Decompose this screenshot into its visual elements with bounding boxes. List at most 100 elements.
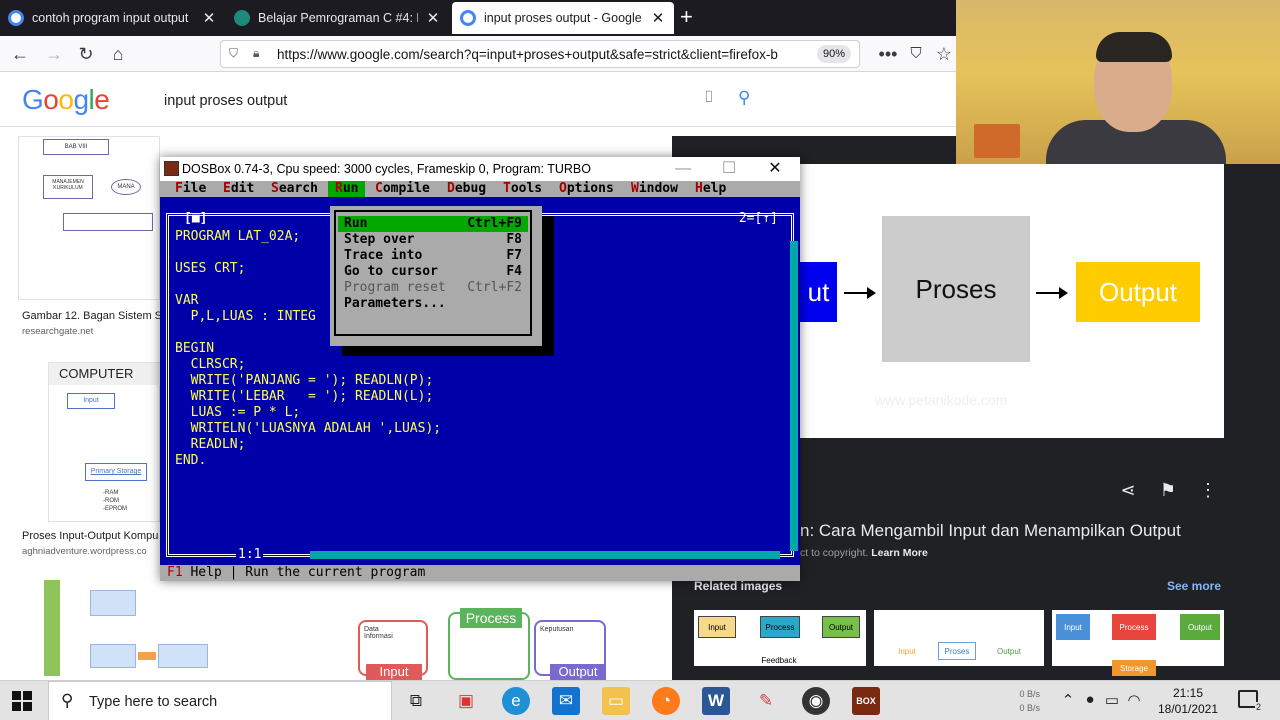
forward-arrow-icon[interactable]: → bbox=[42, 42, 66, 66]
menu-options[interactable]: Options bbox=[552, 181, 621, 197]
show-hidden-icons-icon[interactable]: ⌃ bbox=[1058, 691, 1078, 709]
clock[interactable]: 21:15 18/01/2021 bbox=[1148, 685, 1228, 717]
menu-help[interactable]: Help bbox=[688, 181, 733, 197]
horizontal-scrollbar[interactable] bbox=[310, 551, 780, 559]
code-line: USES CRT; bbox=[175, 261, 246, 276]
taskbar-search-box[interactable]: ⚲ Type here to search bbox=[48, 681, 392, 720]
menu-hotkey: F bbox=[175, 181, 183, 196]
menu-hotkey: W bbox=[631, 181, 639, 196]
run-menu-item-step-over[interactable]: Step over F8 bbox=[338, 232, 528, 248]
dosbox-taskbar-icon[interactable]: BOX bbox=[852, 687, 880, 715]
learn-more-link[interactable]: Learn More bbox=[871, 547, 928, 559]
image-result-thumbnail[interactable] bbox=[18, 578, 312, 678]
browser-tab-1[interactable]: contoh program input output ✕ bbox=[0, 0, 225, 36]
home-icon[interactable]: ⌂ bbox=[106, 42, 130, 66]
run-menu-item-program-reset: Program reset Ctrl+F2 bbox=[338, 280, 528, 296]
save-bookmark-icon[interactable]: ⚑ bbox=[1156, 480, 1180, 504]
diagram-line: -ROM bbox=[103, 498, 119, 504]
firefox-icon[interactable]: ◔ bbox=[652, 687, 680, 715]
microphone-icon[interactable]: ● bbox=[1080, 691, 1100, 708]
word-icon[interactable]: W bbox=[702, 687, 730, 715]
zoom-level-badge[interactable]: 90% bbox=[816, 45, 851, 63]
reload-icon[interactable]: ↻ bbox=[74, 42, 98, 66]
diagram-arrow bbox=[44, 580, 60, 676]
run-menu-item-go-to-cursor[interactable]: Go to cursor F4 bbox=[338, 264, 528, 280]
more-actions-icon[interactable]: ••• bbox=[876, 42, 900, 66]
image-result-thumbnail[interactable]: COMPUTER Input Primary Storage -RAM -ROM… bbox=[48, 362, 161, 522]
rel-box: Proses bbox=[938, 642, 976, 660]
camera-search-icon[interactable]: ⌷ bbox=[704, 89, 714, 107]
related-image[interactable]: Input Process Output Storage bbox=[1052, 610, 1224, 676]
notification-count: 2 bbox=[1254, 702, 1262, 712]
more-options-icon[interactable]: ⋮ bbox=[1196, 480, 1220, 504]
close-tab-icon[interactable]: ✕ bbox=[425, 9, 441, 27]
gift-app-icon[interactable]: ▣ bbox=[452, 687, 480, 715]
google-search-box[interactable]: input proses output ⌷ ⚲ bbox=[150, 80, 770, 120]
battery-icon[interactable]: ▭ bbox=[1102, 691, 1122, 709]
close-window-icon[interactable]: ✕ bbox=[752, 157, 798, 181]
image-result-thumbnail[interactable]: Data Informasi Input Process Keputusan O… bbox=[330, 592, 658, 680]
file-explorer-icon[interactable]: ▭ bbox=[602, 687, 630, 715]
menu-run[interactable]: Run bbox=[328, 181, 366, 197]
related-images-label: Related images bbox=[694, 579, 783, 593]
preview-arrow bbox=[1036, 287, 1068, 299]
menu-debug[interactable]: Debug bbox=[440, 181, 493, 197]
see-more-link[interactable]: See more bbox=[1167, 579, 1221, 593]
search-icon[interactable]: ⚲ bbox=[738, 88, 750, 108]
preview-title[interactable]: n: Cara Mengambil Input dan Menampilkan … bbox=[800, 521, 1181, 541]
browser-tab-2[interactable]: Belajar Pemrograman C #4: Me ✕ bbox=[226, 0, 449, 36]
task-view-icon[interactable]: ⧉ bbox=[402, 687, 430, 715]
menu-file[interactable]: File bbox=[168, 181, 213, 197]
paint-icon[interactable]: ✎ bbox=[752, 687, 780, 715]
notifications-icon[interactable]: 2 bbox=[1238, 690, 1262, 712]
run-menu-item-trace-into[interactable]: Trace into F7 bbox=[338, 248, 528, 264]
dos-screen[interactable]: File Edit Search Run Compile Debug Tools… bbox=[160, 181, 800, 581]
minimize-icon[interactable]: — bbox=[660, 157, 706, 181]
result-caption[interactable]: Proses Input-Output Kompu bbox=[22, 530, 158, 542]
run-menu-item-parameters[interactable]: Parameters... bbox=[338, 296, 528, 312]
related-image[interactable]: Input Proses Output bbox=[874, 610, 1044, 666]
menu-label: ile bbox=[182, 181, 207, 196]
close-box-icon[interactable]: [■] bbox=[184, 211, 207, 226]
code-line: WRITE('PANJANG = '); READLN(P); bbox=[175, 373, 434, 388]
person-hair bbox=[1096, 32, 1172, 62]
back-arrow-icon[interactable]: ← bbox=[8, 42, 32, 66]
code-line: VAR bbox=[175, 293, 199, 308]
new-tab-icon[interactable]: + bbox=[680, 5, 693, 29]
pocket-icon[interactable]: ⛉ bbox=[904, 42, 928, 66]
shield-icon[interactable]: ⛉ bbox=[229, 46, 238, 61]
preview-image[interactable]: ut Proses Output bbox=[800, 164, 1224, 438]
bookmark-star-icon[interactable]: ☆ bbox=[932, 42, 956, 66]
rel-box: Input bbox=[698, 616, 736, 638]
mail-icon[interactable]: ✉ bbox=[552, 687, 580, 715]
menu-window[interactable]: Window bbox=[624, 181, 685, 197]
close-tab-icon[interactable]: ✕ bbox=[650, 9, 666, 27]
result-caption[interactable]: Gambar 12. Bagan Sistem S bbox=[22, 310, 162, 322]
related-image[interactable]: Input Process Output Feedback bbox=[694, 610, 866, 666]
preview-input-box: ut bbox=[800, 262, 837, 322]
obs-icon[interactable]: ◉ bbox=[802, 687, 830, 715]
windows-start-icon[interactable] bbox=[12, 691, 32, 711]
browser-tab-active[interactable]: input proses output - Google S ✕ bbox=[452, 2, 674, 34]
menu-tools[interactable]: Tools bbox=[496, 181, 549, 197]
edge-browser-icon[interactable]: e bbox=[502, 687, 530, 715]
share-icon[interactable]: ⋖ bbox=[1116, 480, 1140, 504]
close-tab-icon[interactable]: ✕ bbox=[201, 9, 217, 27]
run-menu-item-run[interactable]: Run Ctrl+F9 bbox=[338, 216, 528, 232]
dosbox-window[interactable]: DOSBox 0.74-3, Cpu speed: 3000 cycles, F… bbox=[160, 157, 800, 581]
image-result-thumbnail[interactable]: BAB VIII MANAJEMEN KURIKULUM MANA bbox=[18, 136, 160, 300]
wifi-icon[interactable]: ◠ bbox=[1124, 691, 1144, 709]
dosbox-title-bar[interactable]: DOSBox 0.74-3, Cpu speed: 3000 cycles, F… bbox=[160, 157, 800, 181]
google-logo[interactable]: Google bbox=[22, 84, 110, 116]
maximize-icon[interactable]: ☐ bbox=[706, 157, 752, 181]
menu-edit[interactable]: Edit bbox=[216, 181, 261, 197]
lock-icon[interactable]: 🔒︎ bbox=[253, 46, 259, 61]
menu-search[interactable]: Search bbox=[264, 181, 325, 197]
menu-hotkey: D bbox=[447, 181, 455, 196]
url-bar[interactable]: ⛉ 🔒︎ https://www.google.com/search?q=inp… bbox=[220, 40, 860, 68]
menu-item-label: Run bbox=[344, 216, 368, 231]
rel-box: Output bbox=[996, 646, 1021, 656]
menu-compile[interactable]: Compile bbox=[368, 181, 437, 197]
vertical-scrollbar[interactable] bbox=[790, 241, 798, 551]
diagram-line: Data bbox=[364, 626, 379, 633]
